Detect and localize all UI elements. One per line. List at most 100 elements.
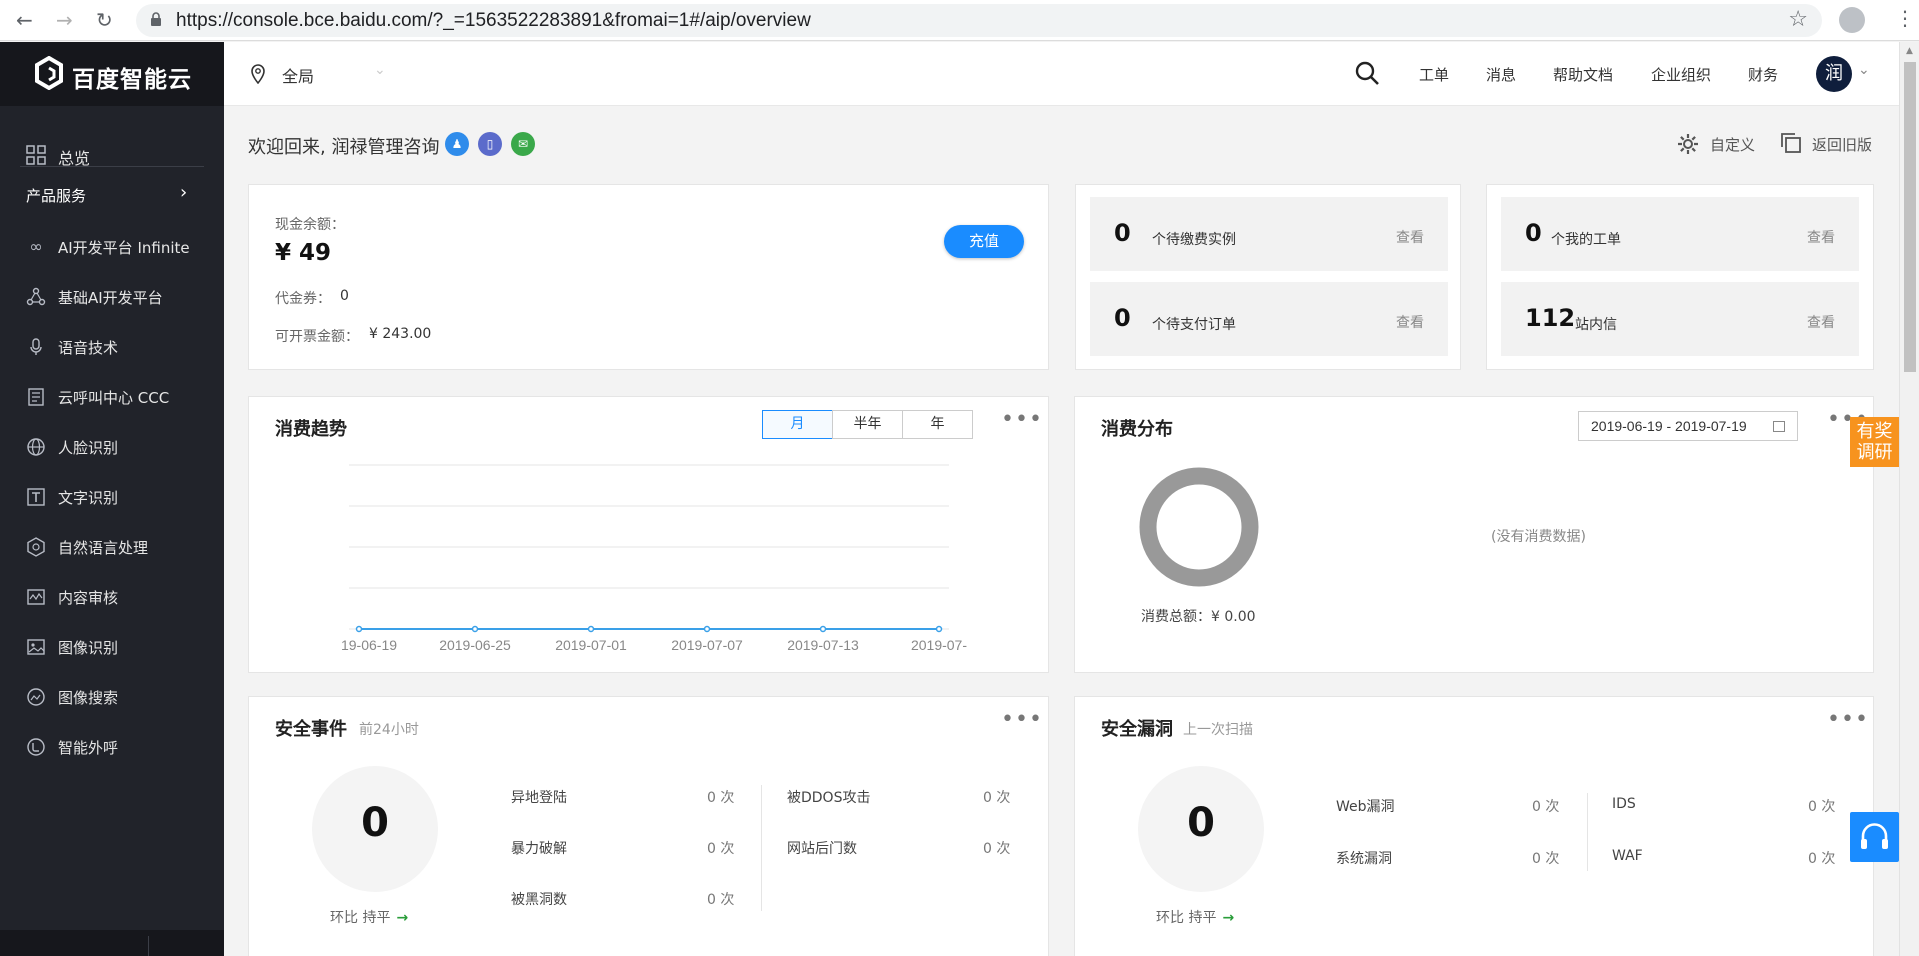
data-point[interactable] bbox=[587, 625, 595, 633]
view-link[interactable]: 查看 bbox=[1807, 227, 1835, 247]
identity-verified-icon[interactable]: ♟ bbox=[445, 132, 469, 156]
avatar[interactable]: 润 bbox=[1816, 56, 1852, 92]
sidebar-item-speech[interactable]: 语音技术 bbox=[0, 322, 224, 372]
my-tickets[interactable]: 0 个我的工单 查看 bbox=[1501, 197, 1859, 271]
pending-payment-instances[interactable]: 0 个待缴费实例 查看 bbox=[1090, 197, 1448, 271]
data-point[interactable] bbox=[355, 625, 363, 633]
vuln-label: 系统漏洞 bbox=[1336, 851, 1392, 867]
event-count-circle: 0 bbox=[312, 766, 438, 892]
reload-icon[interactable]: ↻ bbox=[96, 8, 113, 32]
sidebar-item-label: 智能外呼 bbox=[58, 739, 119, 757]
sidebar-item-overview[interactable]: 总览 bbox=[0, 130, 224, 180]
sidebar-item-label: 基础AI开发平台 bbox=[58, 289, 163, 307]
pending-orders[interactable]: 0 个待支付订单 查看 bbox=[1090, 282, 1448, 356]
return-old-version-button[interactable]: 返回旧版 bbox=[1780, 132, 1872, 158]
event-value: 0 次 bbox=[983, 841, 1011, 857]
chevron-right-icon[interactable]: › bbox=[180, 182, 187, 203]
sidebar-item-face[interactable]: 人脸识别 bbox=[0, 422, 224, 472]
scroll-up-icon[interactable]: ▲ bbox=[1906, 46, 1913, 56]
security-vulnerabilities-card: 安全漏洞 上一次扫描 ••• 0 环比 持平 → Web漏洞 0 次 系统漏洞 0… bbox=[1074, 696, 1874, 956]
more-options-icon[interactable]: ••• bbox=[1001, 707, 1043, 732]
email-verified-icon[interactable]: ✉ bbox=[511, 132, 535, 156]
inbox-messages[interactable]: 112 站内信 查看 bbox=[1501, 282, 1859, 356]
nav-link-enterprise[interactable]: 企业组织 bbox=[1651, 64, 1711, 85]
survey-float-button[interactable]: 有奖 调研 bbox=[1850, 417, 1899, 467]
sidebar-item-outbound-call[interactable]: 智能外呼 bbox=[0, 722, 224, 772]
page-scrollbar[interactable]: ▲ bbox=[1899, 42, 1919, 956]
sidebar-item-ocr[interactable]: 文字识别 bbox=[0, 472, 224, 522]
voucher-value: 0 bbox=[340, 288, 349, 304]
customize-label: 自定义 bbox=[1710, 136, 1756, 154]
column-divider bbox=[761, 785, 762, 911]
event-value: 0 次 bbox=[707, 841, 735, 857]
view-link[interactable]: 查看 bbox=[1396, 227, 1424, 247]
forward-arrow-icon[interactable]: → bbox=[56, 8, 73, 32]
chevron-down-icon[interactable]: ⌄ bbox=[1858, 62, 1870, 78]
sidebar-item-content-review[interactable]: 内容审核 bbox=[0, 572, 224, 622]
vuln-value: 0 次 bbox=[1532, 851, 1560, 867]
ratio-indicator: 环比 持平 → bbox=[1156, 907, 1234, 927]
card-title: 消费分布 bbox=[1101, 419, 1173, 440]
date-range-value: 2019-06-19 - 2019-07-19 bbox=[1591, 418, 1747, 434]
browser-menu-icon[interactable]: ⋮ bbox=[1895, 6, 1915, 30]
stat-count: 0 bbox=[1114, 304, 1131, 332]
region-selector[interactable]: 全局 bbox=[282, 63, 314, 87]
x-tick-label: 19-06-19 bbox=[341, 637, 397, 653]
sidebar-item-image-search[interactable]: 图像搜索 bbox=[0, 672, 224, 722]
phone-verified-icon[interactable]: ▯ bbox=[478, 132, 502, 156]
nav-link-tickets[interactable]: 工单 bbox=[1419, 64, 1449, 85]
sidebar-item-call-center[interactable]: 云呼叫中心 CCC bbox=[0, 372, 224, 422]
network-icon bbox=[26, 287, 46, 306]
empty-data-message: (没有消费数据) bbox=[1491, 529, 1586, 545]
brand-logo[interactable]: 百度智能云 bbox=[0, 42, 224, 106]
nav-link-messages[interactable]: 消息 bbox=[1486, 64, 1516, 85]
tab-month[interactable]: 月 bbox=[762, 410, 833, 439]
sidebar-item-ai-platform[interactable]: 基础AI开发平台 bbox=[0, 272, 224, 322]
event-value: 0 次 bbox=[707, 892, 735, 908]
data-point[interactable] bbox=[471, 625, 479, 633]
card-subtitle: 上一次扫描 bbox=[1183, 722, 1253, 738]
cash-balance-label: 现金余额： bbox=[275, 217, 345, 233]
sidebar-item-image-recognition[interactable]: 图像识别 bbox=[0, 622, 224, 672]
nav-link-finance[interactable]: 财务 bbox=[1748, 64, 1778, 85]
view-link[interactable]: 查看 bbox=[1396, 312, 1424, 332]
event-label: 暴力破解 bbox=[511, 841, 567, 857]
sidebar-products-header[interactable]: 产品服务 bbox=[26, 185, 86, 206]
tickets-messages-card: 0 个我的工单 查看 112 站内信 查看 bbox=[1486, 184, 1874, 370]
sidebar-item-nlp[interactable]: 自然语言处理 bbox=[0, 522, 224, 572]
scrollbar-thumb[interactable] bbox=[1904, 62, 1916, 372]
data-point[interactable] bbox=[703, 625, 711, 633]
recharge-button[interactable]: 充值 bbox=[944, 225, 1024, 258]
customer-service-button[interactable] bbox=[1850, 812, 1899, 862]
event-label: 网站后门数 bbox=[787, 841, 857, 857]
chevron-down-icon[interactable]: ⌄ bbox=[374, 62, 386, 78]
survey-label-line1: 有奖 bbox=[1856, 421, 1893, 442]
customize-button[interactable]: 自定义 bbox=[1676, 132, 1755, 160]
data-point[interactable] bbox=[819, 625, 827, 633]
data-point[interactable] bbox=[935, 625, 943, 633]
back-arrow-icon[interactable]: ← bbox=[16, 8, 33, 32]
sidebar-item-label: 图像识别 bbox=[58, 639, 119, 657]
sidebar-item-ai-infinite[interactable]: ∞ AI开发平台 Infinite bbox=[0, 222, 224, 272]
browser-profile-avatar[interactable] bbox=[1839, 7, 1865, 33]
sidebar-item-label: 云呼叫中心 CCC bbox=[58, 389, 170, 407]
bookmark-star-icon[interactable]: ☆ bbox=[1788, 7, 1808, 32]
x-tick-label: 2019-07-13 bbox=[787, 637, 859, 653]
sidebar-item-label: 语音技术 bbox=[58, 339, 119, 357]
sidebar-footer bbox=[0, 930, 224, 956]
stat-description: 个待支付订单 bbox=[1152, 317, 1236, 333]
outbound-call-icon bbox=[27, 738, 45, 756]
view-link[interactable]: 查看 bbox=[1807, 312, 1835, 332]
survey-label-line2: 调研 bbox=[1856, 442, 1893, 463]
more-options-icon[interactable]: ••• bbox=[1827, 707, 1869, 732]
tab-year[interactable]: 年 bbox=[902, 410, 973, 439]
return-old-version-label: 返回旧版 bbox=[1812, 136, 1873, 154]
microphone-icon bbox=[30, 338, 42, 355]
date-range-picker[interactable]: 2019-06-19 - 2019-07-19 bbox=[1578, 411, 1798, 441]
address-bar[interactable]: https://console.bce.baidu.com/?_=1563522… bbox=[136, 4, 1822, 37]
search-icon[interactable] bbox=[1354, 60, 1380, 86]
nav-link-help-docs[interactable]: 帮助文档 bbox=[1553, 64, 1613, 85]
tab-half-year[interactable]: 半年 bbox=[832, 410, 903, 439]
x-tick-label: 2019-06-25 bbox=[439, 637, 511, 653]
x-tick-label: 2019-07-01 bbox=[555, 637, 627, 653]
